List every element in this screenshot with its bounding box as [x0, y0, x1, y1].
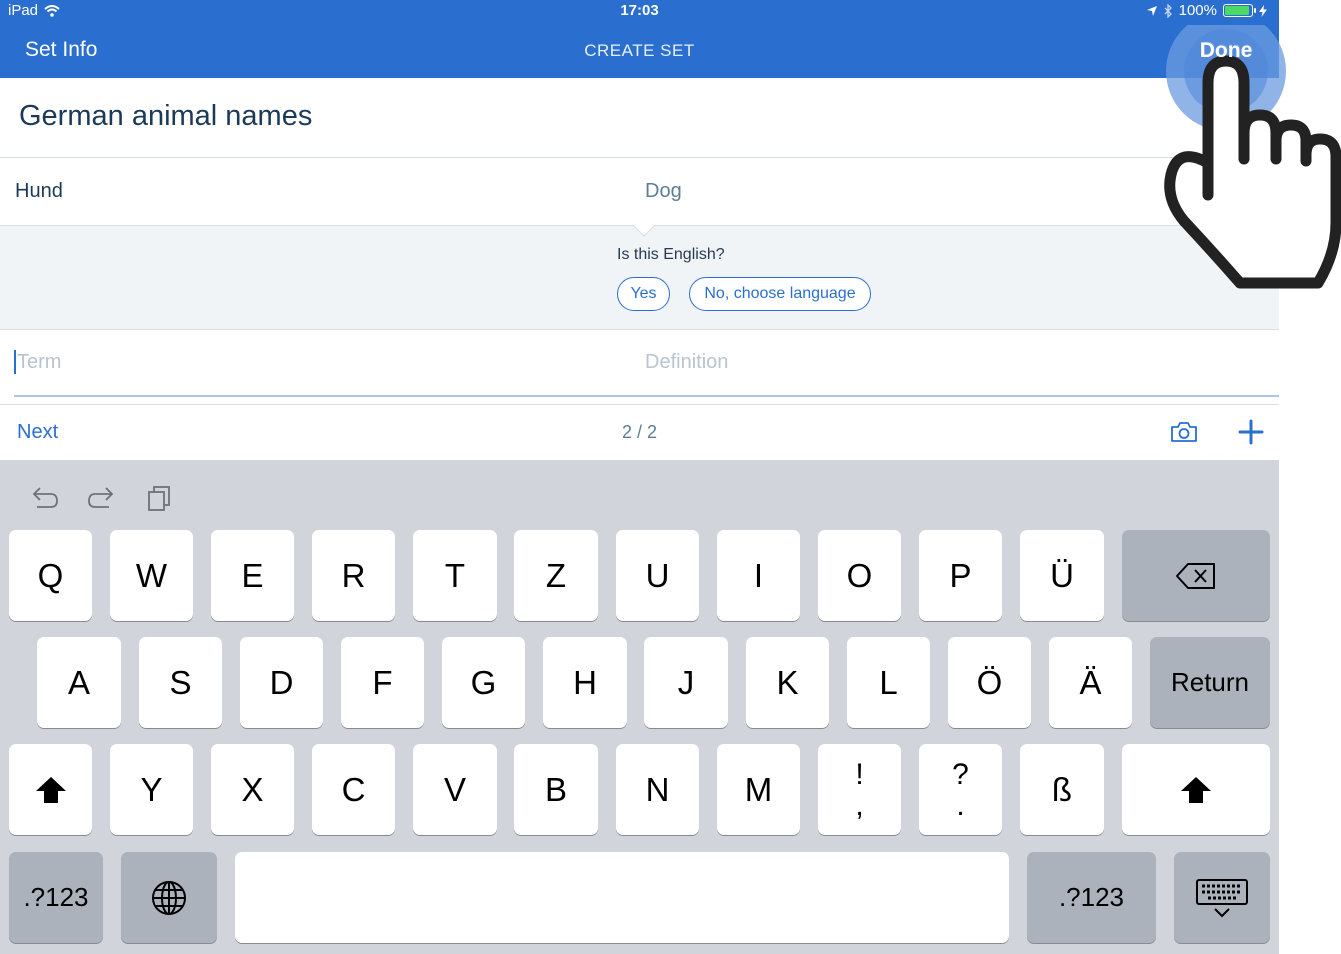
- page-title: CREATE SET: [584, 41, 695, 60]
- key-t[interactable]: T: [413, 530, 497, 621]
- term-input[interactable]: Term: [17, 351, 61, 374]
- divider: [0, 225, 633, 226]
- key-g[interactable]: G: [442, 637, 525, 728]
- battery-percent: 100%: [1178, 2, 1217, 19]
- key-b[interactable]: B: [514, 744, 598, 835]
- done-button[interactable]: Done: [1201, 38, 1254, 62]
- nav-bar: Set Info CREATE SET Done: [0, 22, 1279, 78]
- location-arrow-icon: [1146, 5, 1157, 16]
- key-u-umlaut[interactable]: Ü: [1020, 530, 1104, 621]
- numbers-key-right[interactable]: .?123: [1027, 852, 1156, 943]
- key-l[interactable]: L: [847, 637, 930, 728]
- active-field-underline: [14, 395, 1279, 397]
- key-o-umlaut[interactable]: Ö: [948, 637, 1031, 728]
- numbers-key-left[interactable]: .?123: [9, 852, 103, 943]
- globe-key[interactable]: [121, 852, 217, 943]
- bluetooth-icon: [1164, 3, 1172, 18]
- status-time: 17:03: [620, 2, 659, 19]
- battery-fill: [1225, 6, 1249, 15]
- choose-language-button[interactable]: No, choose language: [689, 277, 871, 311]
- key-n[interactable]: N: [616, 744, 699, 835]
- key-q[interactable]: Q: [9, 530, 92, 621]
- key-question-period[interactable]: ? .: [919, 744, 1002, 835]
- divider: [655, 225, 1279, 226]
- key-h[interactable]: H: [543, 637, 627, 728]
- key-u[interactable]: U: [616, 530, 699, 621]
- keyboard: Q W E R T Z U I O P Ü A S D F G H J K L …: [0, 460, 1279, 954]
- key-v[interactable]: V: [413, 744, 497, 835]
- key-e[interactable]: E: [211, 530, 294, 621]
- yes-button[interactable]: Yes: [617, 277, 670, 311]
- globe-icon: [152, 880, 186, 915]
- undo-icon[interactable]: [29, 483, 59, 513]
- keyboard-dismiss-icon: [1196, 878, 1248, 917]
- app-screen: iPad 17:03 100% Set Info CREATE SET Done…: [0, 0, 1279, 954]
- key-k[interactable]: K: [746, 637, 829, 728]
- key-a-umlaut[interactable]: Ä: [1049, 637, 1132, 728]
- set-info-button[interactable]: Set Info: [25, 38, 97, 62]
- shift-icon: [1181, 776, 1211, 803]
- key-z[interactable]: Z: [514, 530, 598, 621]
- add-card-button[interactable]: [1238, 419, 1264, 445]
- key-i[interactable]: I: [717, 530, 800, 621]
- set-title-field[interactable]: German animal names: [19, 100, 312, 133]
- key-bottom-label: ,: [855, 788, 864, 822]
- key-bottom-label: .: [956, 788, 965, 822]
- language-question: Is this English?: [617, 246, 725, 263]
- divider: [0, 329, 1279, 330]
- shift-key-left[interactable]: [9, 744, 92, 835]
- key-top-label: !: [855, 757, 864, 791]
- key-exclamation-comma[interactable]: ! ,: [818, 744, 901, 835]
- shift-icon: [35, 776, 66, 803]
- backspace-key[interactable]: [1122, 530, 1270, 621]
- camera-icon[interactable]: [1170, 419, 1198, 445]
- language-prompt-caret: [633, 225, 655, 237]
- status-bar: iPad 17:03 100%: [0, 0, 1279, 22]
- key-m[interactable]: M: [717, 744, 800, 835]
- charging-bolt-icon: [1259, 4, 1267, 17]
- key-a[interactable]: A: [37, 637, 121, 728]
- return-key[interactable]: Return: [1150, 637, 1270, 728]
- paste-icon[interactable]: [145, 483, 175, 513]
- key-o[interactable]: O: [818, 530, 901, 621]
- definition-input[interactable]: Definition: [645, 351, 728, 374]
- key-r[interactable]: R: [312, 530, 395, 621]
- status-right: 100%: [1146, 2, 1267, 19]
- battery-icon: [1223, 4, 1256, 17]
- key-p[interactable]: P: [919, 530, 1002, 621]
- key-c[interactable]: C: [312, 744, 395, 835]
- card-counter: 2 / 2: [621, 422, 658, 442]
- key-top-label: ?: [952, 757, 969, 791]
- text-cursor: [14, 350, 16, 374]
- key-x[interactable]: X: [211, 744, 294, 835]
- key-eszett[interactable]: ß: [1020, 744, 1104, 835]
- dismiss-keyboard-key[interactable]: [1174, 852, 1270, 943]
- backspace-icon: [1176, 562, 1215, 589]
- definition-field[interactable]: Dog: [645, 180, 682, 203]
- redo-icon[interactable]: [87, 483, 117, 513]
- key-d[interactable]: D: [240, 637, 323, 728]
- key-w[interactable]: W: [110, 530, 193, 621]
- key-s[interactable]: S: [139, 637, 222, 728]
- term-field[interactable]: Hund: [15, 180, 63, 203]
- key-f[interactable]: F: [341, 637, 424, 728]
- divider: [0, 157, 1279, 158]
- shift-key-right[interactable]: [1122, 744, 1270, 835]
- key-j[interactable]: J: [644, 637, 728, 728]
- key-y[interactable]: Y: [110, 744, 193, 835]
- divider: [0, 404, 1279, 405]
- space-key[interactable]: [235, 852, 1009, 943]
